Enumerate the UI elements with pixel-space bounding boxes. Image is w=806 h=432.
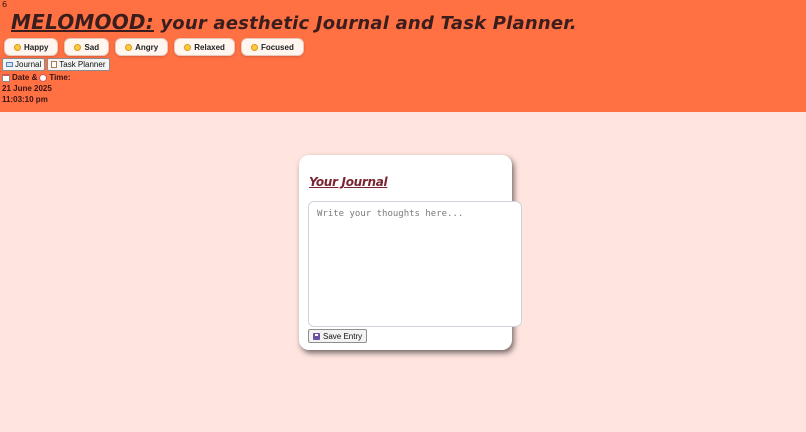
app-brand: MELOMOOD: <box>11 10 154 34</box>
mood-button-relaxed[interactable]: Relaxed <box>174 38 235 56</box>
journal-card: Your Journal Save Entry <box>299 155 522 350</box>
task-planner-nav-button[interactable]: Task Planner <box>47 58 110 71</box>
journal-textarea[interactable] <box>308 201 522 327</box>
datetime-panel: Date & Time: 21 June 2025 11:03:10 pm <box>2 72 71 105</box>
app-tagline: your aesthetic Journal and Task Planner. <box>153 13 577 34</box>
book-icon <box>6 62 13 67</box>
mood-label: Angry <box>135 42 159 52</box>
journal-nav-button[interactable]: Journal <box>2 58 46 71</box>
mood-label: Relaxed <box>194 42 225 52</box>
time-word: Time: <box>49 73 71 82</box>
angry-emoji-icon <box>125 43 133 51</box>
mood-selector: Happy Sad Angry Relaxed Focused <box>4 38 304 56</box>
task-planner-nav-label: Task Planner <box>59 60 106 69</box>
relaxed-emoji-icon <box>184 43 192 51</box>
clock-icon <box>39 73 48 82</box>
sad-emoji-icon <box>74 43 82 51</box>
happy-emoji-icon <box>14 43 21 51</box>
corner-glyph: 6 <box>2 0 8 9</box>
mood-button-sad[interactable]: Sad <box>64 38 110 56</box>
datetime-heading: Date & Time: <box>2 72 71 83</box>
mood-button-happy[interactable]: Happy <box>4 38 59 56</box>
journal-title: Your Journal <box>309 175 388 189</box>
current-date: 21 June 2025 <box>2 84 52 93</box>
journal-nav-label: Journal <box>15 60 42 69</box>
save-entry-button[interactable]: Save Entry <box>308 329 368 343</box>
save-entry-label: Save Entry <box>323 331 363 341</box>
calendar-icon <box>2 73 10 82</box>
focused-emoji-icon <box>250 43 258 51</box>
floppy-disk-icon <box>313 332 320 340</box>
date-word: Date & <box>12 73 38 82</box>
mood-label: Happy <box>24 42 49 52</box>
section-nav: Journal Task Planner <box>2 58 110 71</box>
app-header: 6 MELOMOOD: your aesthetic Journal and T… <box>0 0 806 112</box>
notepad-icon <box>51 61 58 68</box>
mood-button-focused[interactable]: Focused <box>240 38 304 56</box>
mood-label: Focused <box>260 42 294 52</box>
mood-label: Sad <box>84 42 100 52</box>
current-time: 11:03:10 pm <box>2 95 48 104</box>
mood-button-angry[interactable]: Angry <box>115 38 169 56</box>
app-title: MELOMOOD: your aesthetic Journal and Tas… <box>11 10 577 34</box>
